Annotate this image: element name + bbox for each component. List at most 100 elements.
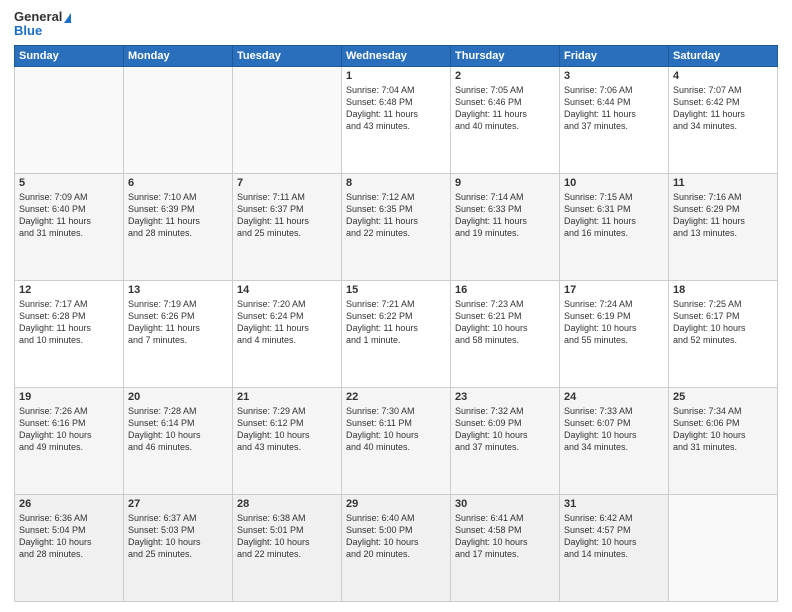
day-number: 8	[346, 177, 446, 189]
day-header-monday: Monday	[124, 45, 233, 66]
day-number: 12	[19, 284, 119, 296]
day-cell: 3 Sunrise: 7:06 AM Sunset: 6:44 PM Daylig…	[560, 66, 669, 173]
day-header-thursday: Thursday	[451, 45, 560, 66]
week-row-3: 12Sunrise: 7:17 AM Sunset: 6:28 PM Dayli…	[15, 280, 778, 387]
day-number: 27	[128, 498, 228, 510]
day-cell	[233, 66, 342, 173]
day-cell: 7 Sunrise: 7:11 AM Sunset: 6:37 PM Daylig…	[233, 173, 342, 280]
day-number: 7	[237, 177, 337, 189]
day-number: 18	[673, 284, 773, 296]
day-info: Sunrise: 7:25 AM Sunset: 6:17 PM Dayligh…	[673, 298, 773, 347]
day-header-sunday: Sunday	[15, 45, 124, 66]
day-info: Sunrise: 7:33 AM Sunset: 6:07 PM Dayligh…	[564, 405, 664, 454]
day-info: Sunrise: 7:12 AM Sunset: 6:35 PM Dayligh…	[346, 191, 446, 240]
day-number: 30	[455, 498, 555, 510]
day-info: Sunrise: 6:37 AM Sunset: 5:03 PM Dayligh…	[128, 512, 228, 561]
day-cell: 5 Sunrise: 7:09 AM Sunset: 6:40 PM Daylig…	[15, 173, 124, 280]
day-cell: 17 Sunrise: 7:24 AM Sunset: 6:19 PM Dayli…	[560, 280, 669, 387]
day-cell: 27 Sunrise: 6:37 AM Sunset: 5:03 PM Dayli…	[124, 494, 233, 601]
day-cell: 20 Sunrise: 7:28 AM Sunset: 6:14 PM Dayli…	[124, 387, 233, 494]
day-number: 6	[128, 177, 228, 189]
day-info: Sunrise: 7:05 AM Sunset: 6:46 PM Dayligh…	[455, 84, 555, 133]
day-number: 29	[346, 498, 446, 510]
logo-general: General	[14, 10, 71, 24]
day-cell: 29 Sunrise: 6:40 AM Sunset: 5:00 PM Dayli…	[342, 494, 451, 601]
day-number: 14	[237, 284, 337, 296]
logo-blue: Blue	[14, 24, 71, 38]
day-number: 16	[455, 284, 555, 296]
day-number: 11	[673, 177, 773, 189]
day-info: Sunrise: 7:11 AM Sunset: 6:37 PM Dayligh…	[237, 191, 337, 240]
day-number: 2	[455, 70, 555, 82]
day-number: 5	[19, 177, 119, 189]
day-info: Sunrise: 7:19 AM Sunset: 6:26 PM Dayligh…	[128, 298, 228, 347]
header: General Blue	[14, 10, 778, 39]
day-cell: 4Sunrise: 7:07 AM Sunset: 6:42 PM Daylig…	[669, 66, 778, 173]
day-number: 26	[19, 498, 119, 510]
week-row-5: 26 Sunrise: 6:36 AM Sunset: 5:04 PM Dayli…	[15, 494, 778, 601]
day-number: 23	[455, 391, 555, 403]
day-info: Sunrise: 7:14 AM Sunset: 6:33 PM Dayligh…	[455, 191, 555, 240]
day-number: 13	[128, 284, 228, 296]
day-cell: 28Sunrise: 6:38 AM Sunset: 5:01 PM Dayli…	[233, 494, 342, 601]
day-number: 21	[237, 391, 337, 403]
week-row-4: 19Sunrise: 7:26 AM Sunset: 6:16 PM Dayli…	[15, 387, 778, 494]
day-info: Sunrise: 7:29 AM Sunset: 6:12 PM Dayligh…	[237, 405, 337, 454]
day-cell: 15Sunrise: 7:21 AM Sunset: 6:22 PM Dayli…	[342, 280, 451, 387]
day-info: Sunrise: 6:41 AM Sunset: 4:58 PM Dayligh…	[455, 512, 555, 561]
day-number: 25	[673, 391, 773, 403]
header-row: SundayMondayTuesdayWednesdayThursdayFrid…	[15, 45, 778, 66]
day-info: Sunrise: 6:36 AM Sunset: 5:04 PM Dayligh…	[19, 512, 119, 561]
logo: General Blue	[14, 10, 71, 39]
day-number: 3	[564, 70, 664, 82]
day-info: Sunrise: 7:34 AM Sunset: 6:06 PM Dayligh…	[673, 405, 773, 454]
day-cell: 8 Sunrise: 7:12 AM Sunset: 6:35 PM Daylig…	[342, 173, 451, 280]
week-row-1: 1 Sunrise: 7:04 AM Sunset: 6:48 PM Daylig…	[15, 66, 778, 173]
day-info: Sunrise: 6:42 AM Sunset: 4:57 PM Dayligh…	[564, 512, 664, 561]
day-number: 20	[128, 391, 228, 403]
page: General Blue SundayMondayTuesdayWednesda…	[0, 0, 792, 612]
day-cell: 16 Sunrise: 7:23 AM Sunset: 6:21 PM Dayli…	[451, 280, 560, 387]
day-cell: 19Sunrise: 7:26 AM Sunset: 6:16 PM Dayli…	[15, 387, 124, 494]
day-info: Sunrise: 7:09 AM Sunset: 6:40 PM Dayligh…	[19, 191, 119, 240]
day-info: Sunrise: 7:32 AM Sunset: 6:09 PM Dayligh…	[455, 405, 555, 454]
day-header-friday: Friday	[560, 45, 669, 66]
day-header-saturday: Saturday	[669, 45, 778, 66]
day-number: 17	[564, 284, 664, 296]
day-cell: 12Sunrise: 7:17 AM Sunset: 6:28 PM Dayli…	[15, 280, 124, 387]
day-cell: 21 Sunrise: 7:29 AM Sunset: 6:12 PM Dayli…	[233, 387, 342, 494]
day-cell: 23 Sunrise: 7:32 AM Sunset: 6:09 PM Dayli…	[451, 387, 560, 494]
day-number: 22	[346, 391, 446, 403]
day-info: Sunrise: 7:28 AM Sunset: 6:14 PM Dayligh…	[128, 405, 228, 454]
day-cell	[15, 66, 124, 173]
day-cell: 10 Sunrise: 7:15 AM Sunset: 6:31 PM Dayli…	[560, 173, 669, 280]
day-info: Sunrise: 6:40 AM Sunset: 5:00 PM Dayligh…	[346, 512, 446, 561]
day-cell: 14Sunrise: 7:20 AM Sunset: 6:24 PM Dayli…	[233, 280, 342, 387]
day-info: Sunrise: 7:15 AM Sunset: 6:31 PM Dayligh…	[564, 191, 664, 240]
logo-text: General Blue	[14, 10, 71, 39]
day-cell: 13 Sunrise: 7:19 AM Sunset: 6:26 PM Dayli…	[124, 280, 233, 387]
day-cell: 6 Sunrise: 7:10 AM Sunset: 6:39 PM Daylig…	[124, 173, 233, 280]
day-cell: 26 Sunrise: 6:36 AM Sunset: 5:04 PM Dayli…	[15, 494, 124, 601]
day-cell: 18 Sunrise: 7:25 AM Sunset: 6:17 PM Dayli…	[669, 280, 778, 387]
day-header-wednesday: Wednesday	[342, 45, 451, 66]
day-cell: 24 Sunrise: 7:33 AM Sunset: 6:07 PM Dayli…	[560, 387, 669, 494]
day-info: Sunrise: 7:10 AM Sunset: 6:39 PM Dayligh…	[128, 191, 228, 240]
day-cell: 31 Sunrise: 6:42 AM Sunset: 4:57 PM Dayli…	[560, 494, 669, 601]
day-info: Sunrise: 7:04 AM Sunset: 6:48 PM Dayligh…	[346, 84, 446, 133]
day-number: 15	[346, 284, 446, 296]
day-cell: 1 Sunrise: 7:04 AM Sunset: 6:48 PM Daylig…	[342, 66, 451, 173]
day-number: 10	[564, 177, 664, 189]
day-header-tuesday: Tuesday	[233, 45, 342, 66]
day-number: 1	[346, 70, 446, 82]
day-info: Sunrise: 7:24 AM Sunset: 6:19 PM Dayligh…	[564, 298, 664, 347]
day-cell: 11Sunrise: 7:16 AM Sunset: 6:29 PM Dayli…	[669, 173, 778, 280]
day-cell: 22Sunrise: 7:30 AM Sunset: 6:11 PM Dayli…	[342, 387, 451, 494]
day-info: Sunrise: 7:26 AM Sunset: 6:16 PM Dayligh…	[19, 405, 119, 454]
day-number: 31	[564, 498, 664, 510]
day-info: Sunrise: 7:23 AM Sunset: 6:21 PM Dayligh…	[455, 298, 555, 347]
day-cell: 25 Sunrise: 7:34 AM Sunset: 6:06 PM Dayli…	[669, 387, 778, 494]
day-info: Sunrise: 7:06 AM Sunset: 6:44 PM Dayligh…	[564, 84, 664, 133]
day-number: 24	[564, 391, 664, 403]
day-cell: 2 Sunrise: 7:05 AM Sunset: 6:46 PM Daylig…	[451, 66, 560, 173]
